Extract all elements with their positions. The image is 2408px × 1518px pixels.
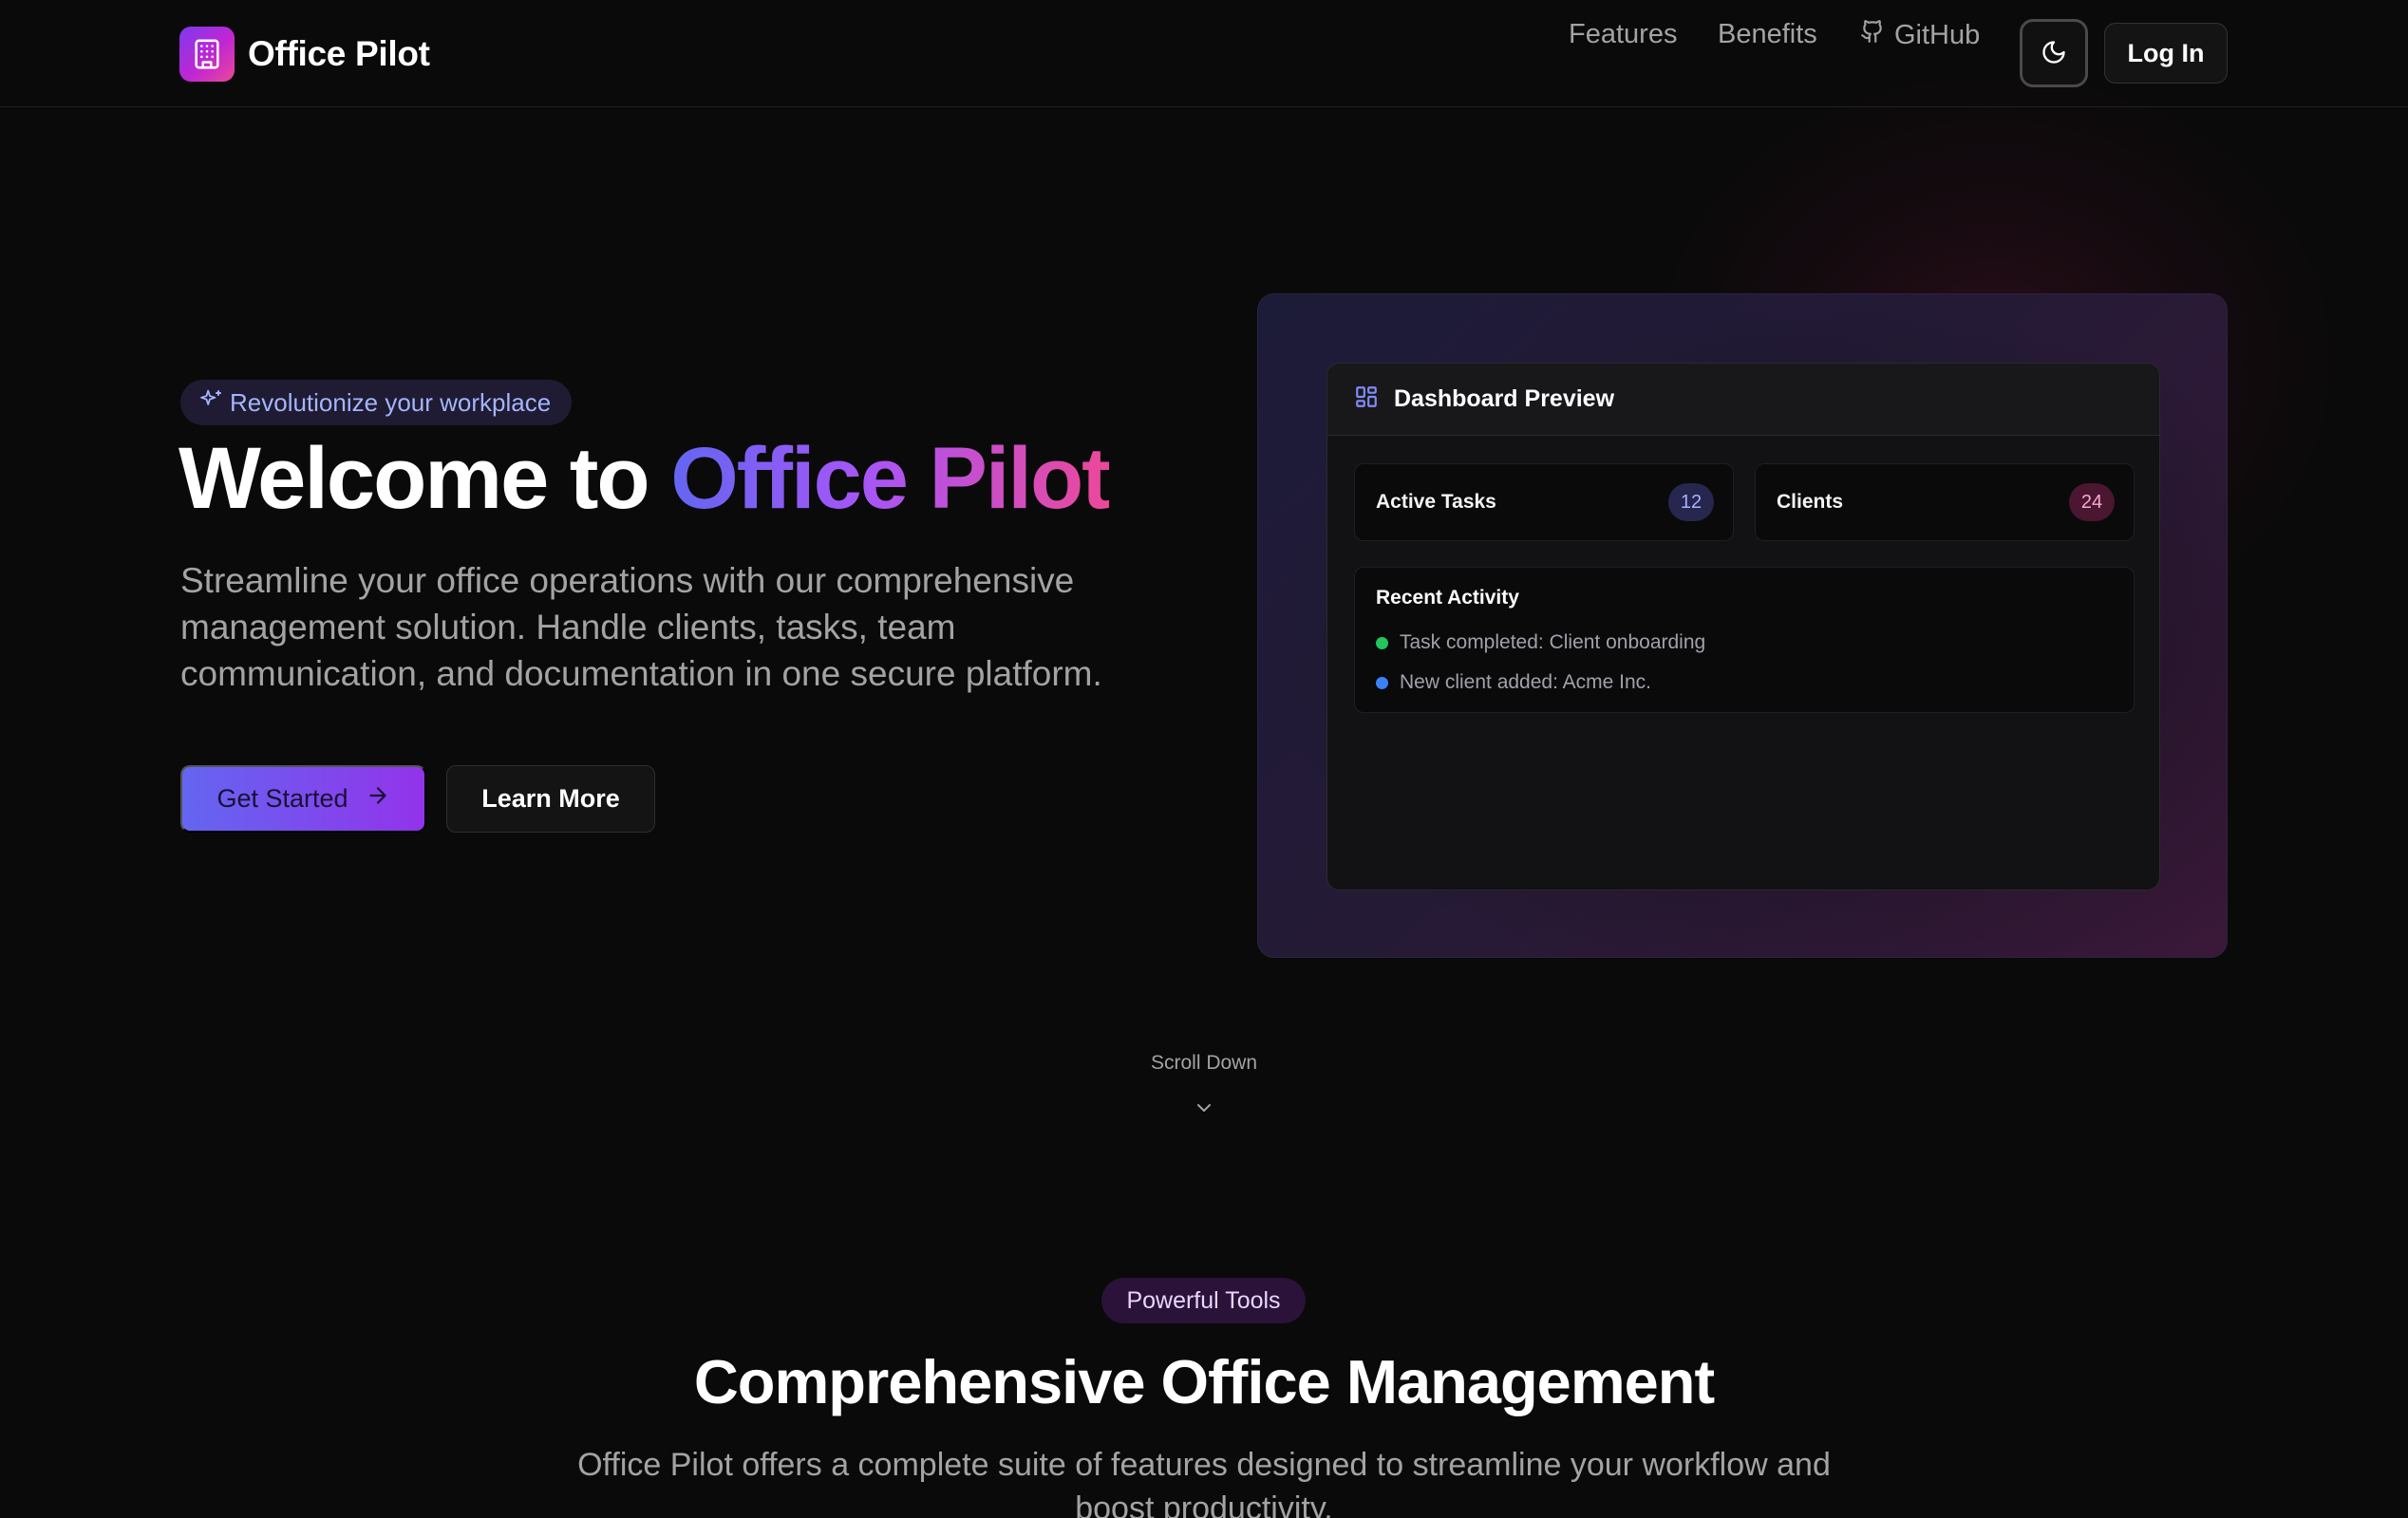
- dashboard-preview-header: Dashboard Preview: [1327, 364, 2159, 436]
- dashboard-preview-card: Dashboard Preview Active Tasks 12 Client…: [1326, 363, 2160, 890]
- nav-features-link[interactable]: Features: [1569, 19, 1677, 50]
- hero-title-plain: Welcome to: [179, 430, 671, 527]
- recent-activity-panel: Recent Activity Task completed: Client o…: [1354, 567, 2135, 713]
- section-badge: Powerful Tools: [1101, 1278, 1306, 1323]
- stat-label: Active Tasks: [1376, 491, 1496, 513]
- stat-count-badge: 24: [2069, 483, 2115, 521]
- stat-card-active-tasks: Active Tasks 12: [1354, 463, 1734, 541]
- hero-badge-label: Revolutionize your workplace: [230, 387, 552, 417]
- chevron-down-icon[interactable]: [1193, 1096, 1215, 1124]
- brand-name: Office Pilot: [248, 34, 430, 73]
- nav-github-label: GitHub: [1894, 19, 1981, 50]
- recent-activity-title: Recent Activity: [1376, 587, 1519, 609]
- hero-description: Streamline your office operations with o…: [180, 561, 1102, 693]
- activity-item: Task completed: Client onboarding: [1376, 623, 2113, 663]
- hero-title-highlight: Office Pilot: [670, 430, 1111, 527]
- theme-toggle-button[interactable]: [2020, 19, 2088, 87]
- status-dot-icon: [1376, 676, 1388, 689]
- stat-label: Clients: [1777, 491, 1844, 513]
- activity-text: Task completed: Client onboarding: [1400, 631, 1706, 653]
- section-title: Comprehensive Office Management: [693, 1347, 1715, 1416]
- login-button[interactable]: Log In: [2104, 23, 2228, 84]
- building-icon: [179, 27, 235, 82]
- arrow-right-icon: [366, 783, 390, 815]
- scroll-down-label[interactable]: Scroll Down: [1109, 1052, 1299, 1075]
- learn-more-button[interactable]: Learn More: [446, 765, 655, 833]
- nav-github-link[interactable]: GitHub: [1860, 19, 1980, 51]
- hero-title: Welcome to Office Pilot: [179, 429, 1111, 529]
- layout-dashboard-icon: [1354, 384, 1379, 414]
- dashboard-preview-frame: Dashboard Preview Active Tasks 12 Client…: [1257, 293, 2228, 958]
- brand-home-link[interactable]: Office Pilot: [179, 27, 430, 82]
- dashboard-preview-title: Dashboard Preview: [1394, 385, 1615, 412]
- status-dot-icon: [1376, 636, 1388, 649]
- landing-page: Office Pilot Features Benefits GitHub Lo…: [0, 0, 2408, 1518]
- section-description: Office Pilot offers a complete suite of …: [577, 1447, 1831, 1518]
- stat-count-badge: 12: [1668, 483, 1714, 521]
- stat-card-clients: Clients 24: [1755, 463, 2135, 541]
- get-started-label: Get Started: [216, 784, 348, 813]
- hero-badge: Revolutionize your workplace: [180, 380, 573, 425]
- moon-icon: [2041, 39, 2067, 68]
- github-icon: [1860, 19, 1885, 51]
- site-header: Office Pilot Features Benefits GitHub Lo…: [0, 0, 2408, 107]
- activity-text: New client added: Acme Inc.: [1400, 671, 1651, 693]
- activity-item: New client added: Acme Inc.: [1376, 663, 2113, 703]
- get-started-button[interactable]: Get Started: [180, 765, 426, 833]
- nav-benefits-link[interactable]: Benefits: [1718, 19, 1817, 50]
- sparkles-icon: [199, 388, 222, 418]
